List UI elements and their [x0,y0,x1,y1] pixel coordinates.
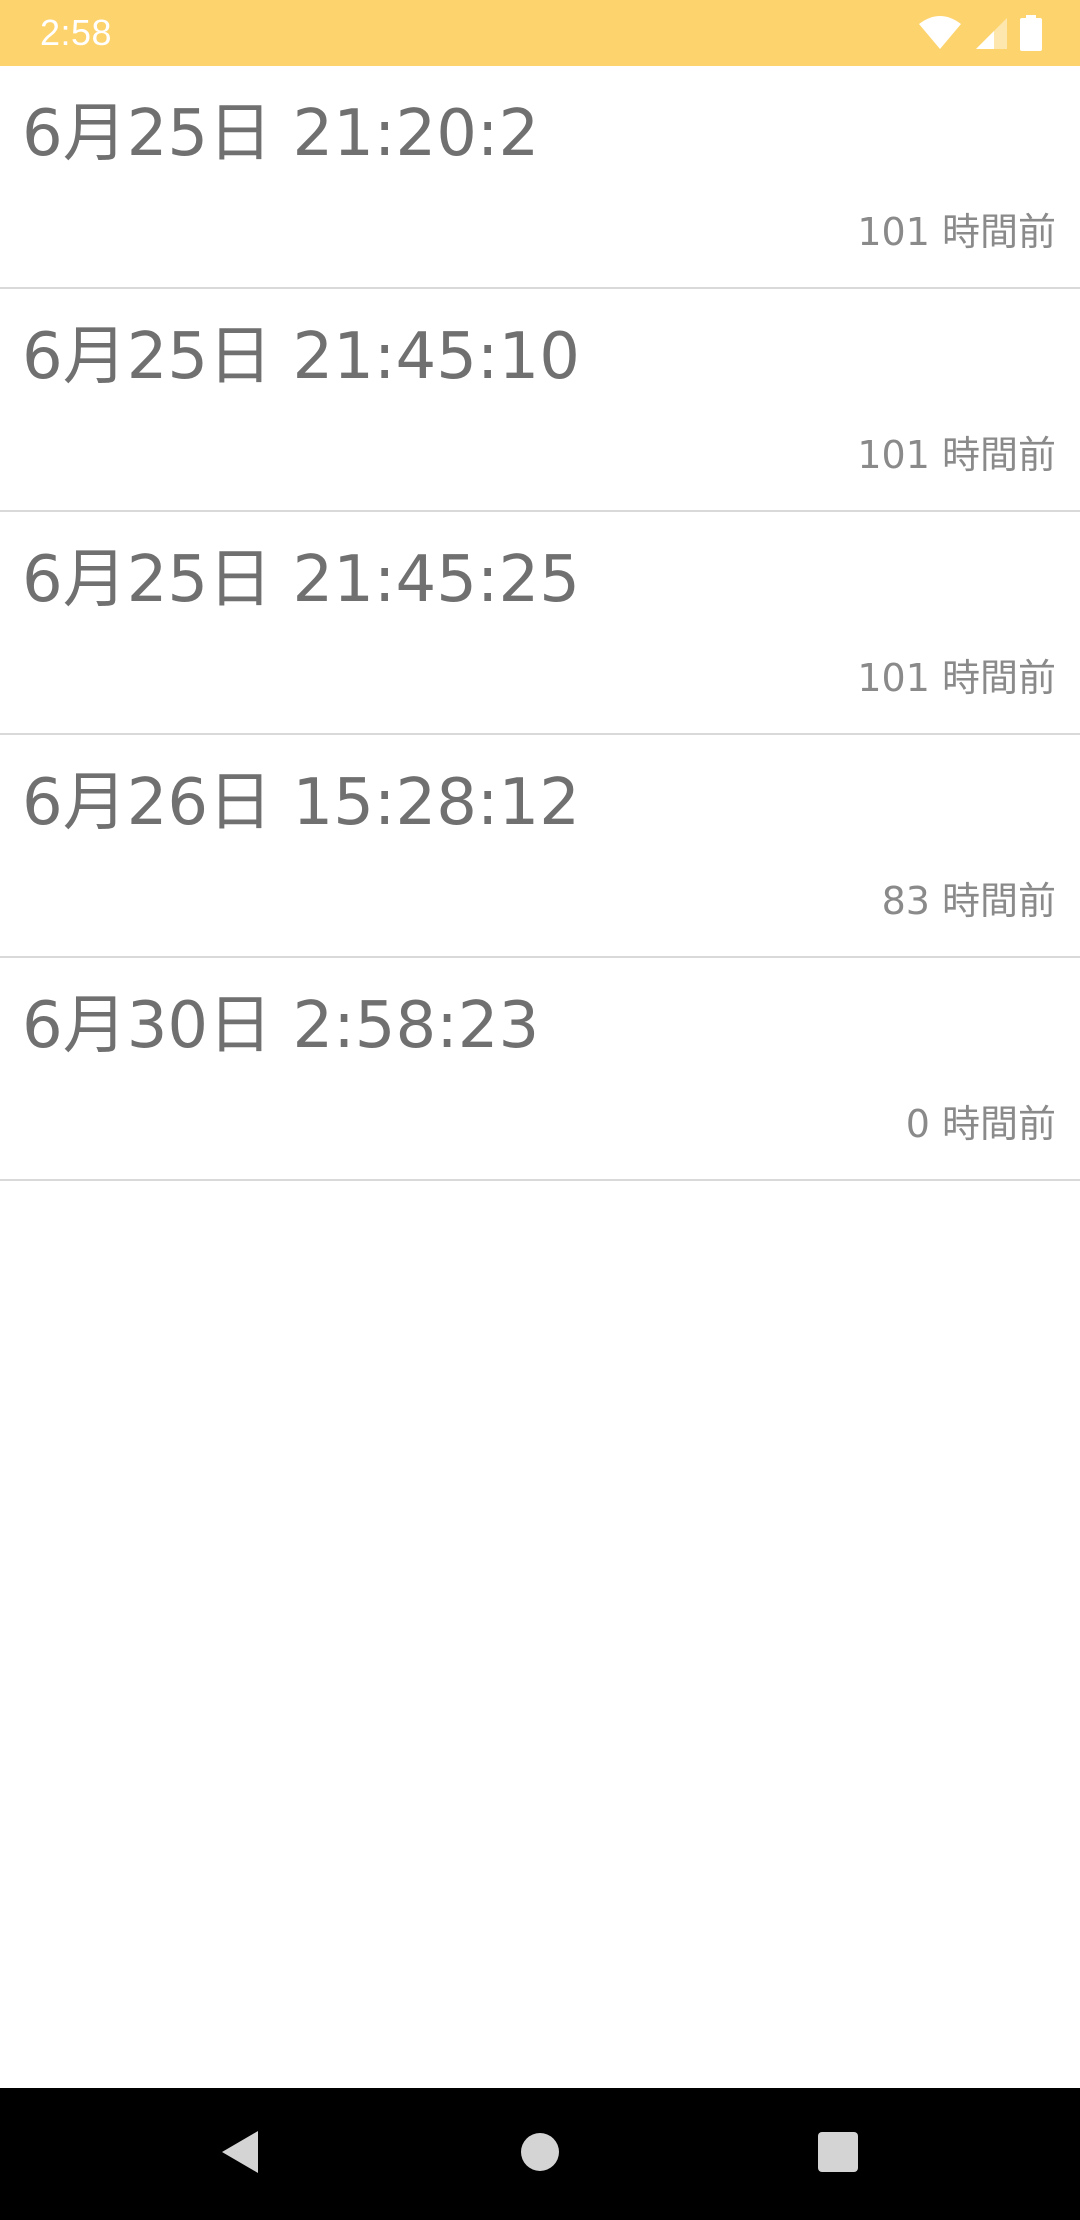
navigation-bar [0,2088,1080,2220]
status-time: 2:58 [40,12,113,53]
item-elapsed: 83 時間前 [881,879,1056,923]
cell-signal-icon [974,16,1008,50]
home-icon [520,2132,560,2176]
item-elapsed: 101 時間前 [857,433,1056,477]
list-item[interactable]: 6月30日 2:58:23 0 時間前 [0,958,1080,1181]
back-icon [220,2129,260,2179]
item-timestamp: 6月25日 21:45:25 [22,543,580,617]
app-screen: 2:58 6月25日 21:20:2 101 時間前 6月25日 21:45:1… [0,0,1080,2220]
item-timestamp: 6月25日 21:45:10 [22,320,580,394]
wifi-icon [918,16,962,50]
item-timestamp: 6月30日 2:58:23 [22,989,540,1063]
item-elapsed: 0 時間前 [905,1102,1056,1146]
item-elapsed: 101 時間前 [857,656,1056,700]
list-item[interactable]: 6月25日 21:20:2 101 時間前 [0,66,1080,289]
status-icons [918,0,1042,66]
battery-icon [1020,15,1042,51]
item-timestamp: 6月26日 15:28:12 [22,766,580,840]
home-button[interactable] [474,2088,606,2220]
item-timestamp: 6月25日 21:20:2 [22,97,540,171]
item-elapsed: 101 時間前 [857,210,1056,254]
recents-icon [817,2131,859,2177]
back-button[interactable] [174,2088,306,2220]
list-item[interactable]: 6月25日 21:45:25 101 時間前 [0,512,1080,735]
list-item[interactable]: 6月25日 21:45:10 101 時間前 [0,289,1080,512]
status-bar: 2:58 [0,0,1080,66]
recents-button[interactable] [772,2088,904,2220]
history-list: 6月25日 21:20:2 101 時間前 6月25日 21:45:10 101… [0,66,1080,1181]
list-item[interactable]: 6月26日 15:28:12 83 時間前 [0,735,1080,958]
